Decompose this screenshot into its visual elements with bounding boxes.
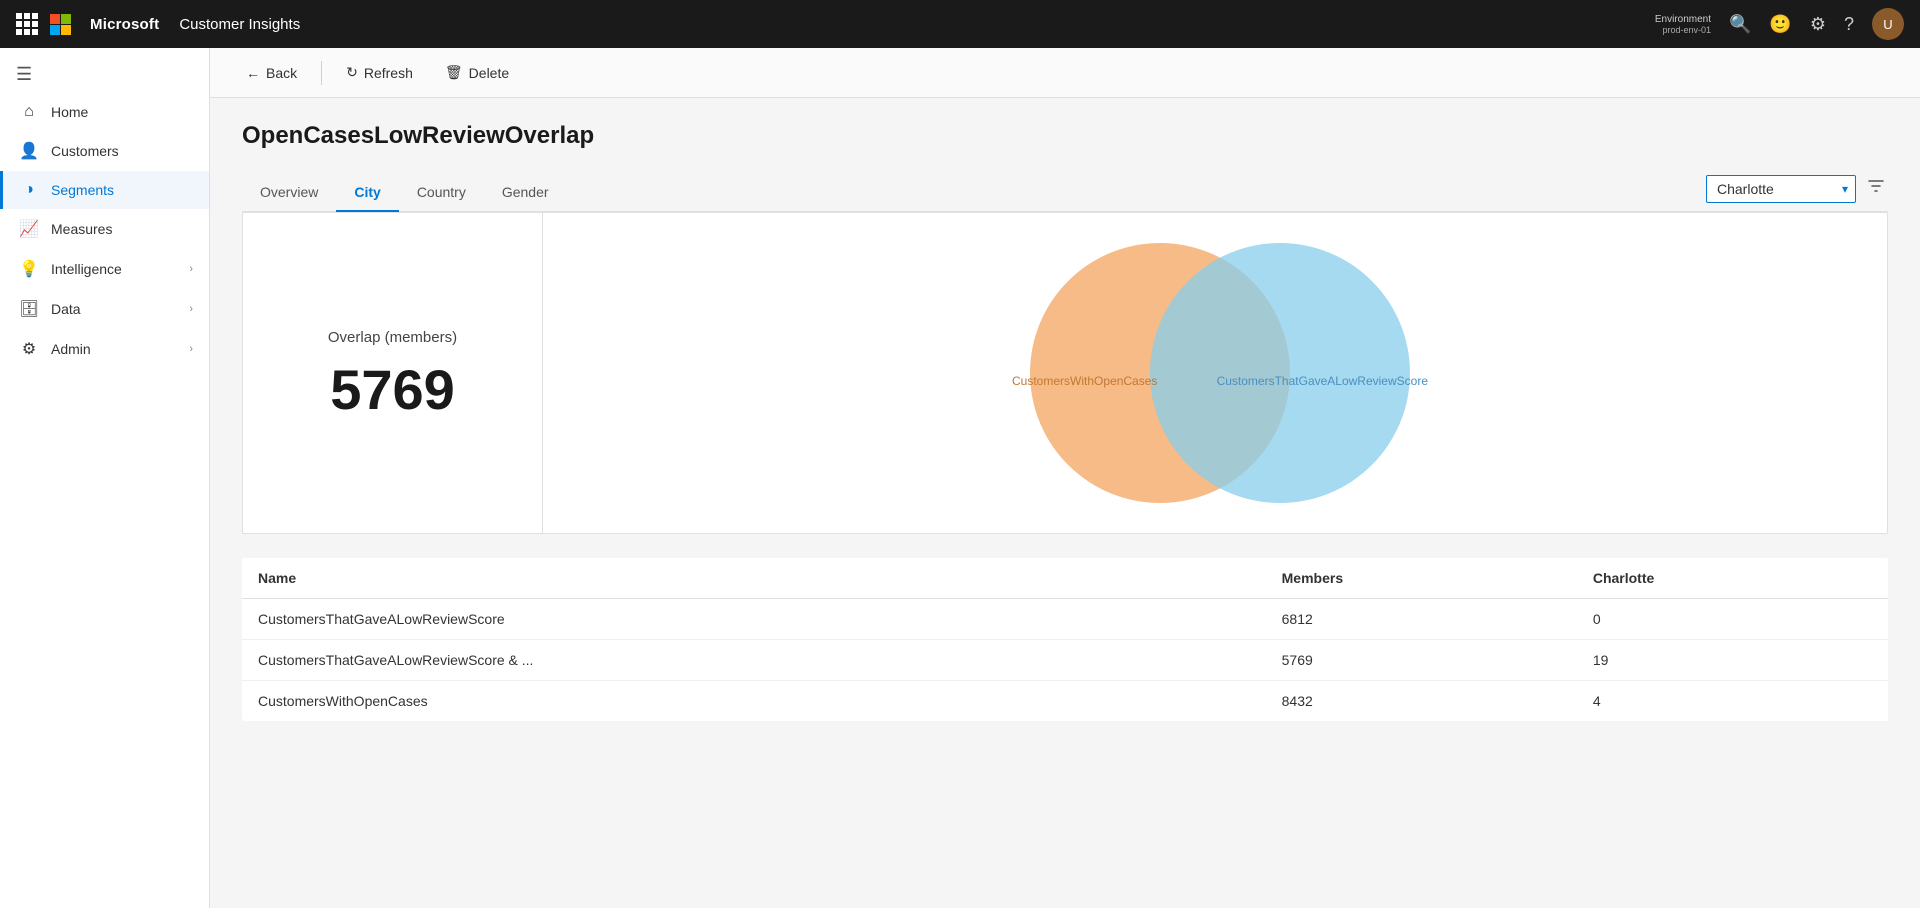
page-title: OpenCasesLowReviewOverlap — [242, 122, 1888, 150]
sidebar-label-data: Data — [51, 301, 177, 317]
sidebar-item-measures[interactable]: 📈 Measures — [0, 209, 209, 249]
col-header-members: Members — [1266, 558, 1577, 599]
sidebar-item-home[interactable]: ⌂ Home — [0, 93, 209, 131]
delete-button[interactable]: 🗑 Delete — [433, 58, 521, 87]
sidebar-item-intelligence[interactable]: 💡 Intelligence › — [0, 249, 209, 289]
admin-icon: ⚙ — [19, 339, 39, 359]
cell-charlotte: 19 — [1577, 640, 1888, 681]
table-section: Name Members Charlotte CustomersThatGave… — [242, 558, 1888, 721]
cell-members: 6812 — [1266, 599, 1577, 640]
settings-icon-button[interactable]: ⚙ — [1810, 14, 1826, 35]
refresh-icon: ↻ — [346, 64, 358, 81]
top-navigation: Microsoft Customer Insights Environment … — [0, 0, 1920, 48]
sidebar-label-intelligence: Intelligence — [51, 261, 177, 277]
sidebar-item-admin[interactable]: ⚙ Admin › — [0, 329, 209, 369]
sidebar-label-customers: Customers — [51, 143, 193, 159]
city-filter-wrapper: Charlotte New York Los Angeles Chicago H… — [1706, 175, 1856, 203]
user-avatar[interactable]: U — [1872, 8, 1904, 40]
toolbar-divider — [321, 61, 322, 85]
environment-label: Environment prod-env-01 — [1655, 14, 1711, 35]
city-filter-select[interactable]: Charlotte New York Los Angeles Chicago H… — [1706, 175, 1856, 203]
toolbar: ← Back ↻ Refresh 🗑 Delete — [210, 48, 1920, 98]
tabs-bar: Overview City Country Gender — [242, 174, 1706, 211]
tab-city[interactable]: City — [336, 174, 398, 212]
tab-country[interactable]: Country — [399, 174, 484, 212]
table-row: CustomersThatGaveALowReviewScore 6812 0 — [242, 599, 1888, 640]
sidebar-item-customers[interactable]: 👤 Customers — [0, 131, 209, 171]
help-icon-button[interactable]: ? — [1844, 14, 1854, 35]
microsoft-logo — [50, 14, 70, 34]
overlap-count: 5769 — [330, 362, 455, 418]
venn-label-orange: CustomersWithOpenCases — [1012, 374, 1157, 388]
cell-charlotte: 0 — [1577, 599, 1888, 640]
sidebar-label-measures: Measures — [51, 221, 193, 237]
overlap-label: Overlap (members) — [328, 329, 457, 346]
back-button[interactable]: ← Back — [234, 59, 309, 87]
home-icon: ⌂ — [19, 103, 39, 121]
overlap-table: Name Members Charlotte CustomersThatGave… — [242, 558, 1888, 721]
data-icon: 🗄 — [19, 299, 39, 319]
tab-gender[interactable]: Gender — [484, 174, 567, 212]
delete-icon: 🗑 — [445, 64, 463, 81]
col-header-charlotte: Charlotte — [1577, 558, 1888, 599]
sidebar-label-admin: Admin — [51, 341, 177, 357]
col-header-name: Name — [242, 558, 1266, 599]
cell-members: 8432 — [1266, 681, 1577, 722]
intelligence-chevron-icon: › — [189, 263, 193, 275]
venn-label-blue: CustomersThatGaveALowReviewScore — [1217, 374, 1428, 388]
sidebar-item-segments[interactable]: ◑ Segments — [0, 171, 209, 209]
brand-name: Microsoft — [90, 16, 159, 33]
cell-members: 5769 — [1266, 640, 1577, 681]
sidebar-label-segments: Segments — [51, 182, 193, 198]
search-icon-button[interactable]: 🔍 — [1729, 14, 1751, 35]
cell-name: CustomersThatGaveALowReviewScore & ... — [242, 640, 1266, 681]
topnav-actions: Environment prod-env-01 🔍 🙂 ⚙ ? U — [1655, 8, 1904, 40]
tab-overview[interactable]: Overview — [242, 174, 336, 212]
waffle-menu[interactable] — [16, 13, 38, 35]
customers-icon: 👤 — [19, 141, 39, 161]
content-area: ← Back ↻ Refresh 🗑 Delete OpenCasesLowRe… — [210, 48, 1920, 908]
admin-chevron-icon: › — [189, 343, 193, 355]
refresh-label: Refresh — [364, 65, 413, 81]
back-arrow-icon: ← — [246, 65, 260, 81]
filter-area: Charlotte New York Los Angeles Chicago H… — [1706, 174, 1888, 211]
sidebar-toggle[interactable]: ☰ — [0, 56, 209, 93]
cell-name: CustomersWithOpenCases — [242, 681, 1266, 722]
filter-icon — [1868, 178, 1884, 194]
app-name: Customer Insights — [179, 16, 300, 33]
back-label: Back — [266, 65, 297, 81]
table-row: CustomersThatGaveALowReviewScore & ... 5… — [242, 640, 1888, 681]
segments-icon: ◑ — [19, 181, 39, 199]
cell-name: CustomersThatGaveALowReviewScore — [242, 599, 1266, 640]
sidebar-item-data[interactable]: 🗄 Data › — [0, 289, 209, 329]
smiley-icon-button[interactable]: 🙂 — [1769, 14, 1791, 35]
sidebar-label-home: Home — [51, 104, 193, 120]
venn-svg — [1000, 233, 1430, 513]
venn-chart: CustomersWithOpenCases CustomersThatGave… — [543, 213, 1887, 533]
sidebar: ☰ ⌂ Home 👤 Customers ◑ Segments 📈 Measur… — [0, 48, 210, 908]
data-chevron-icon: › — [189, 303, 193, 315]
intelligence-icon: 💡 — [19, 259, 39, 279]
delete-label: Delete — [469, 65, 509, 81]
filter-icon-button[interactable] — [1864, 174, 1888, 203]
venn-section: Overlap (members) 5769 — [242, 212, 1888, 534]
measures-icon: 📈 — [19, 219, 39, 239]
page-content: OpenCasesLowReviewOverlap Overview City … — [210, 98, 1920, 908]
cell-charlotte: 4 — [1577, 681, 1888, 722]
refresh-button[interactable]: ↻ Refresh — [334, 58, 425, 87]
venn-stats: Overlap (members) 5769 — [243, 213, 543, 533]
table-row: CustomersWithOpenCases 8432 4 — [242, 681, 1888, 722]
